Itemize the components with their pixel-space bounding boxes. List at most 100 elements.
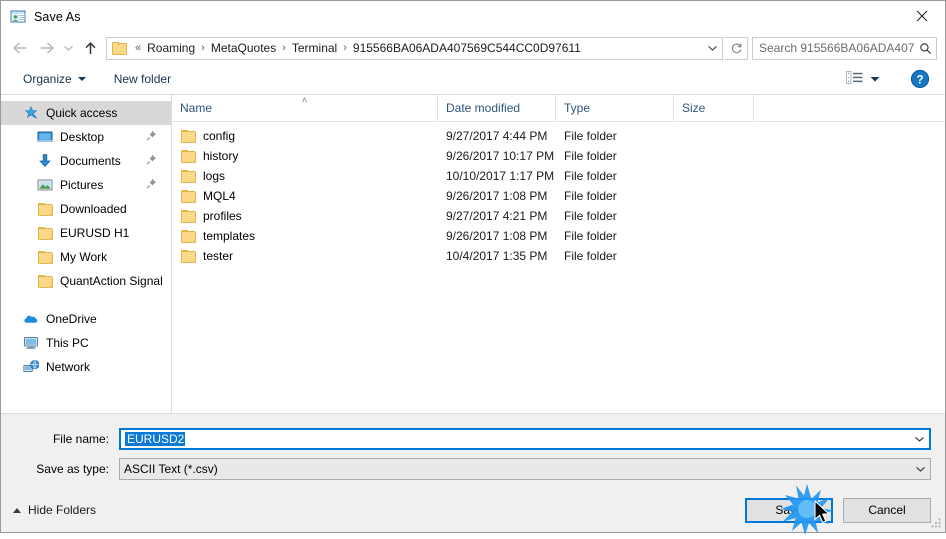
column-header-name[interactable]: ˄ Name [172, 95, 438, 121]
sidebar-item-label: EURUSD H1 [60, 226, 130, 240]
resize-grip-icon[interactable] [930, 517, 942, 529]
chevron-down-icon[interactable] [910, 459, 930, 479]
back-arrow-icon[interactable] [7, 35, 33, 61]
column-header-date-modified[interactable]: Date modified [438, 95, 556, 121]
dialog-content: Quick access Desktop Documents Pictures … [1, 95, 945, 413]
help-icon[interactable]: ? [909, 68, 931, 90]
file-name-cell[interactable]: MQL4 [172, 189, 438, 203]
file-name-label: templates [203, 229, 256, 243]
chevron-down-icon[interactable] [703, 38, 722, 59]
file-name-cell[interactable]: templates [172, 229, 438, 243]
sidebar-item-quantaction-signal[interactable]: QuantAction Signal [1, 269, 171, 293]
chevron-down-icon[interactable] [909, 430, 929, 448]
folder-icon [181, 249, 196, 263]
file-date-cell: 9/27/2017 4:44 PM [446, 129, 548, 143]
sidebar-item-quick-access[interactable]: Quick access [1, 101, 171, 125]
file-type-cell: File folder [564, 129, 617, 143]
svg-text:?: ? [916, 74, 923, 86]
breadcrumb-separator[interactable]: › [197, 42, 209, 54]
file-name-cell[interactable]: profiles [172, 209, 438, 223]
hide-folders-button[interactable]: Hide Folders [13, 503, 96, 517]
search-icon[interactable] [914, 42, 936, 55]
sidebar-item-my-work[interactable]: My Work [1, 245, 171, 269]
chevron-down-icon [77, 77, 86, 81]
file-rows: config 9/27/2017 4:44 PM File folder his… [172, 122, 945, 413]
new-folder-label: New folder [113, 72, 172, 86]
folder-icon [181, 149, 196, 163]
desktop-icon [37, 129, 53, 145]
forward-arrow-icon[interactable] [33, 35, 59, 61]
organize-label: Organize [23, 72, 72, 86]
save-button[interactable]: Save [745, 497, 833, 523]
breadcrumb-roaming[interactable]: Roaming [145, 40, 197, 56]
sidebar-item-label: My Work [60, 250, 108, 264]
sidebar-item-downloaded[interactable]: Downloaded [1, 197, 171, 221]
column-header-type[interactable]: Type [556, 95, 674, 121]
cancel-button[interactable]: Cancel [843, 497, 931, 523]
folder-icon [181, 209, 196, 223]
star-pin-icon [23, 105, 39, 121]
onedrive-icon [23, 311, 39, 327]
column-header-label: Date modified [446, 101, 521, 115]
dialog-buttons: Save Cancel [745, 497, 931, 523]
table-row[interactable]: history 9/26/2017 10:17 PM File folder [172, 146, 945, 166]
command-bar: Organize New folder ? [1, 64, 945, 95]
new-folder-button[interactable]: New folder [108, 69, 177, 89]
address-bar[interactable]: « Roaming › MetaQuotes › Terminal › 9155… [106, 36, 723, 60]
breadcrumb-metaquotes[interactable]: MetaQuotes [209, 40, 278, 56]
command-bar-right: ? [841, 68, 945, 90]
file-name-cell[interactable]: tester [172, 249, 438, 263]
table-row[interactable]: profiles 9/27/2017 4:21 PM File folder [172, 206, 945, 226]
breadcrumb-terminal[interactable]: Terminal [290, 40, 339, 56]
folder-icon [181, 169, 196, 183]
column-header-size[interactable]: Size [674, 95, 754, 121]
file-date-cell: 9/26/2017 1:08 PM [446, 189, 548, 203]
file-date-cell: 9/26/2017 1:08 PM [446, 229, 548, 243]
file-name-label: history [203, 149, 239, 163]
folder-icon [37, 249, 53, 265]
file-name-cell[interactable]: history [172, 149, 438, 163]
table-row[interactable]: logs 10/10/2017 1:17 PM File folder [172, 166, 945, 186]
sidebar-item-this-pc[interactable]: This PC [1, 331, 171, 355]
save-as-type-select[interactable]: ASCII Text (*.csv) [119, 458, 931, 480]
hide-folders-label: Hide Folders [28, 503, 97, 517]
organize-button[interactable]: Organize [17, 69, 92, 89]
sidebar-item-onedrive[interactable]: OneDrive [1, 307, 171, 331]
sidebar-item-documents[interactable]: Documents [1, 149, 171, 173]
pin-icon[interactable] [146, 154, 157, 168]
up-arrow-icon[interactable] [77, 35, 103, 61]
breadcrumb-separator[interactable]: › [339, 42, 351, 54]
file-name-input[interactable]: EURUSD2 [119, 428, 931, 450]
file-name-cell[interactable]: config [172, 129, 438, 143]
file-name-value: EURUSD2 [121, 432, 909, 446]
chevron-up-icon [13, 507, 21, 513]
pin-icon[interactable] [146, 178, 157, 192]
chevron-down-icon [870, 72, 880, 86]
sidebar-item-label: Downloaded [60, 202, 127, 216]
sidebar-item-pictures[interactable]: Pictures [1, 173, 171, 197]
folder-icon [181, 189, 196, 203]
refresh-icon[interactable] [725, 36, 748, 60]
pin-icon[interactable] [146, 130, 157, 144]
table-row[interactable]: templates 9/26/2017 1:08 PM File folder [172, 226, 945, 246]
save-as-type-row: Save as type: ASCII Text (*.csv) [1, 458, 945, 480]
sidebar-item-network[interactable]: Network [1, 355, 171, 379]
address-leading-chevrons[interactable]: « [131, 42, 145, 54]
breadcrumb-guid[interactable]: 915566BA06ADA407569C544CC0D97611 [351, 40, 583, 56]
file-name-label: profiles [203, 209, 242, 223]
sidebar-item-label: This PC [46, 336, 89, 350]
table-row[interactable]: config 9/27/2017 4:44 PM File folder [172, 126, 945, 146]
view-options-button[interactable] [841, 68, 885, 90]
window-title: Save As [34, 9, 81, 24]
sidebar-item-eurusd-h1[interactable]: EURUSD H1 [1, 221, 171, 245]
close-icon[interactable] [899, 1, 945, 31]
breadcrumb-separator[interactable]: › [278, 42, 290, 54]
sidebar-item-label: Pictures [60, 178, 104, 192]
sidebar-item-desktop[interactable]: Desktop [1, 125, 171, 149]
recent-locations-chevron-icon[interactable] [59, 35, 77, 61]
search-input[interactable]: Search 915566BA06ADA40756... [752, 36, 937, 60]
table-row[interactable]: MQL4 9/26/2017 1:08 PM File folder [172, 186, 945, 206]
file-name-selected-text: EURUSD2 [125, 432, 186, 446]
table-row[interactable]: tester 10/4/2017 1:35 PM File folder [172, 246, 945, 266]
file-name-cell[interactable]: logs [172, 169, 438, 183]
